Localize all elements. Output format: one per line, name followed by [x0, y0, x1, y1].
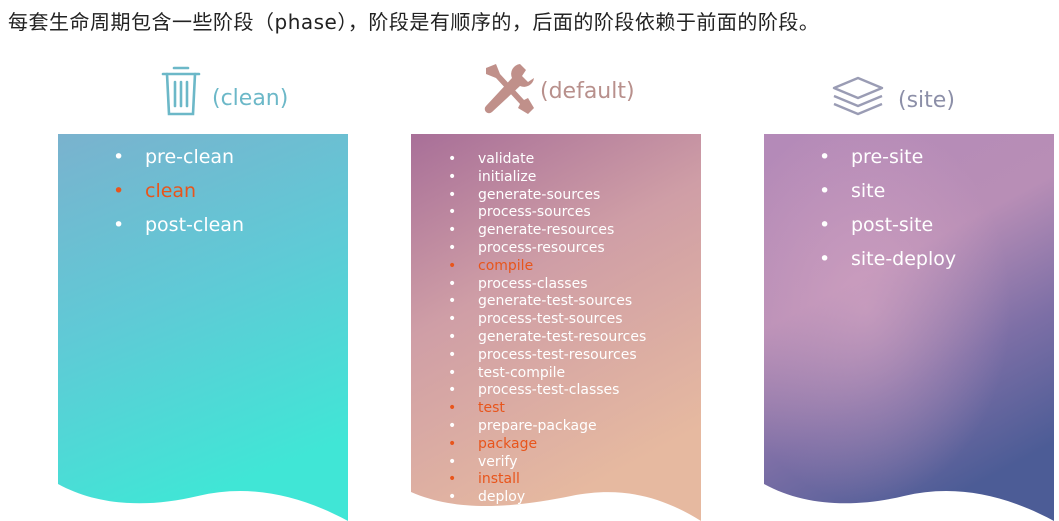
trash-icon — [160, 62, 202, 122]
phase-item: process-test-sources — [448, 311, 646, 329]
clean-card: pre-cleancleanpost-clean — [58, 134, 348, 521]
phase-item: test — [448, 400, 646, 418]
clean-header: (clean) — [160, 62, 288, 122]
site-header: (site) — [830, 74, 955, 126]
default-header: (default) — [480, 60, 635, 122]
phase-item: verify — [448, 454, 646, 472]
site-phase-list: pre-sitesitepost-sitesite-deploy — [819, 140, 956, 276]
layers-icon — [830, 74, 886, 126]
phase-item: package — [448, 436, 646, 454]
phase-item: process-test-classes — [448, 382, 646, 400]
phase-item: process-sources — [448, 204, 646, 222]
clean-phase-list: pre-cleancleanpost-clean — [113, 140, 244, 242]
phase-item: validate — [448, 151, 646, 169]
phase-item: install — [448, 471, 646, 489]
tools-icon — [480, 60, 534, 122]
phase-item: process-classes — [448, 276, 646, 294]
default-card: validateinitializegenerate-sourcesproces… — [411, 134, 701, 521]
phase-item: test-compile — [448, 365, 646, 383]
phase-item: compile — [448, 258, 646, 276]
phase-item: initialize — [448, 169, 646, 187]
phase-item: prepare-package — [448, 418, 646, 436]
phase-item: pre-site — [819, 140, 956, 174]
clean-label: (clean) — [212, 85, 289, 111]
phase-item: post-clean — [113, 208, 244, 242]
site-label: (site) — [898, 87, 955, 113]
phase-item: clean — [113, 174, 244, 208]
phase-item: generate-sources — [448, 187, 646, 205]
phase-item: deploy — [448, 489, 646, 507]
phase-item: site-deploy — [819, 242, 956, 276]
phase-item: process-test-resources — [448, 347, 646, 365]
page-heading: 每套生命周期包含一些阶段（phase），阶段是有顺序的，后面的阶段依赖于前面的阶… — [8, 10, 820, 34]
phase-item: site — [819, 174, 956, 208]
site-card: pre-sitesitepost-sitesite-deploy — [764, 134, 1054, 521]
default-label: (default) — [540, 78, 635, 104]
phase-item: generate-resources — [448, 222, 646, 240]
default-phase-list: validateinitializegenerate-sourcesproces… — [448, 151, 646, 507]
phase-item: generate-test-resources — [448, 329, 646, 347]
phase-item: pre-clean — [113, 140, 244, 174]
phase-item: generate-test-sources — [448, 293, 646, 311]
phase-item: post-site — [819, 208, 956, 242]
phase-item: process-resources — [448, 240, 646, 258]
